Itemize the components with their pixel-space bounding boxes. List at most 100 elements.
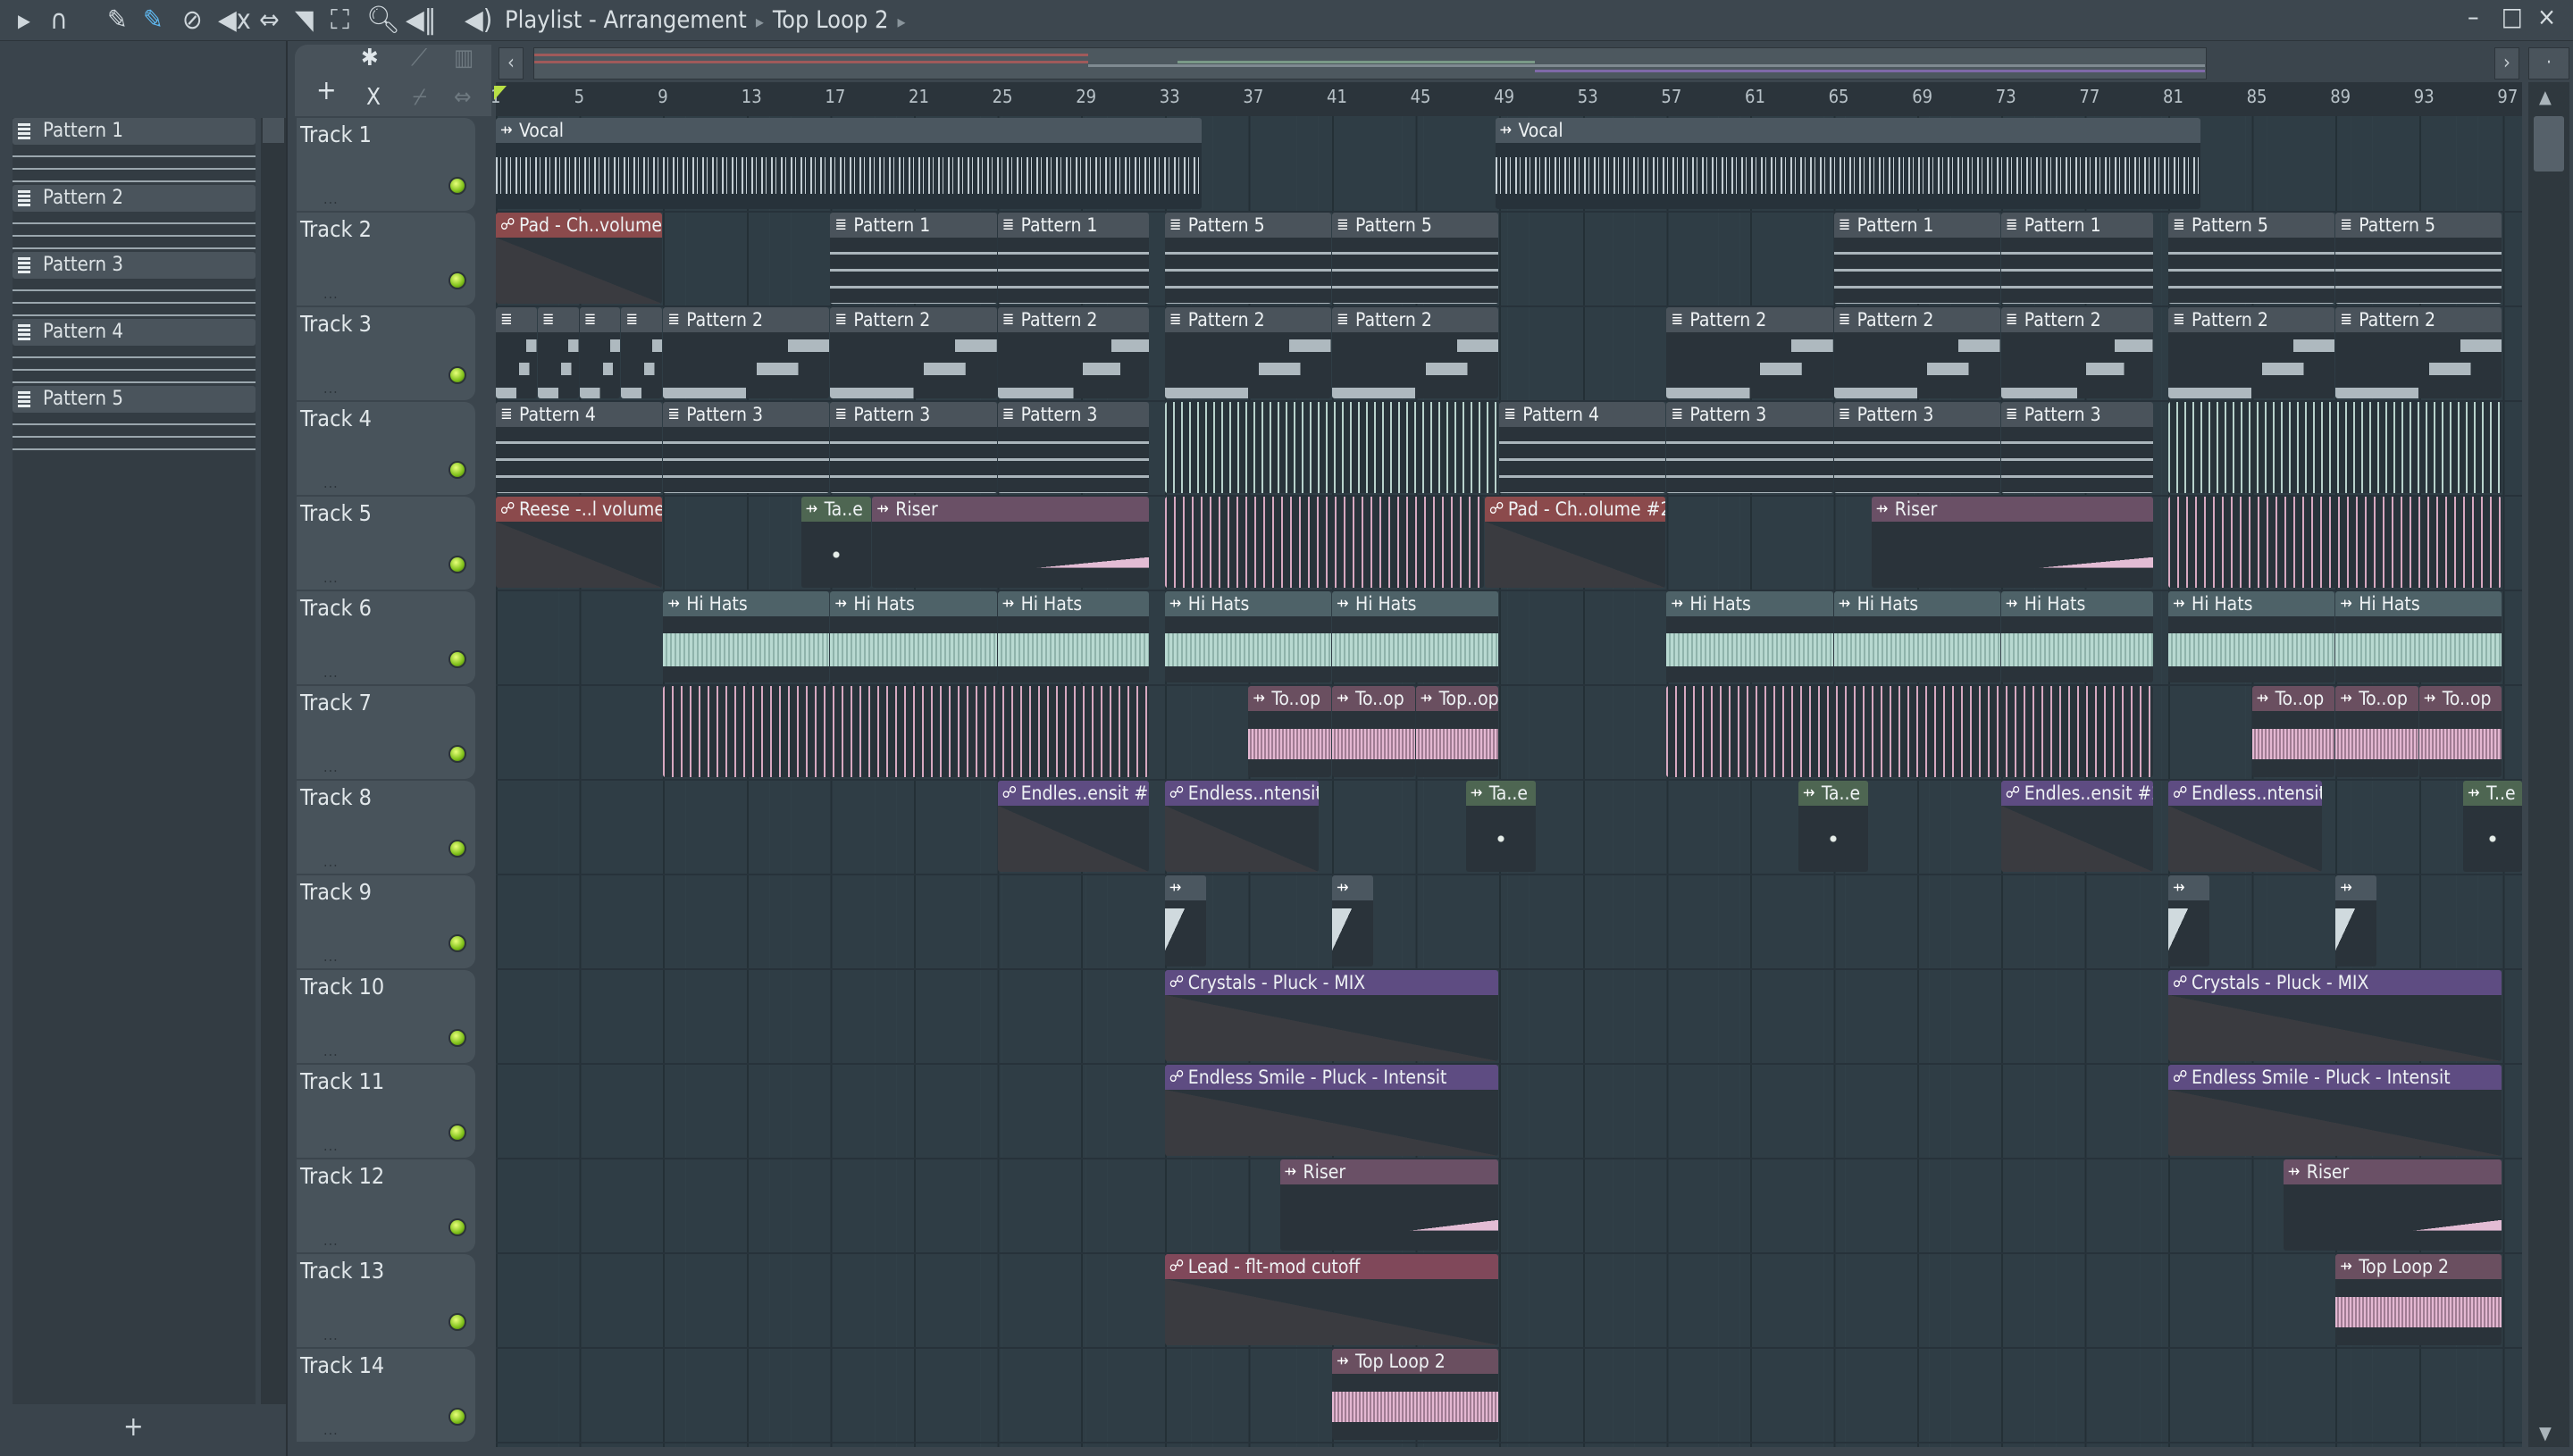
clip-pattern2[interactable]: Pattern 2 bbox=[2000, 307, 2153, 398]
automation-clips-icon[interactable]: ⟋ bbox=[411, 45, 427, 72]
slice-icon[interactable]: ◥ bbox=[295, 4, 314, 38]
clip-toploop[interactable]: Top Loop 2 bbox=[2335, 1254, 2502, 1345]
clip-pattern2[interactable]: Pattern 2 bbox=[1332, 307, 1499, 398]
track-header[interactable]: Track 12... bbox=[297, 1159, 475, 1252]
breadcrumb-arrow-icon[interactable]: ▸ bbox=[897, 11, 905, 32]
clip-toploop[interactable]: To..op bbox=[2251, 686, 2335, 777]
clip-toploop[interactable]: To..op bbox=[1332, 686, 1415, 777]
pattern-list-scrollbar[interactable] bbox=[261, 118, 286, 1404]
clip-pattern[interactable]: Pattern 5 bbox=[2335, 213, 2502, 304]
track-options[interactable]: ... bbox=[323, 1421, 339, 1438]
arrangement-overview[interactable] bbox=[533, 47, 2207, 79]
mute-icon[interactable]: ◀x bbox=[218, 4, 251, 38]
clip-auto-purple[interactable]: Crystals - Pluck - MIX bbox=[1164, 970, 1499, 1061]
clip-green[interactable]: Ta..e bbox=[1465, 781, 1537, 872]
track-header[interactable]: Track 10... bbox=[297, 970, 475, 1063]
track-enable-led[interactable] bbox=[448, 934, 466, 952]
track-enable-led[interactable] bbox=[448, 1313, 466, 1331]
clip-riser[interactable]: Riser bbox=[1871, 497, 2153, 588]
clip-riser[interactable]: Riser bbox=[1279, 1159, 1499, 1251]
clip-pattern2[interactable] bbox=[537, 307, 579, 398]
clip-pattern[interactable]: Pattern 5 bbox=[1332, 213, 1499, 304]
clip-hihat[interactable]: Hi Hats bbox=[2000, 591, 2153, 682]
clip-pattern[interactable]: Pattern 5 bbox=[1164, 213, 1331, 304]
clip-auto-red[interactable]: Reese -..l volume bbox=[496, 497, 663, 588]
clip-pattern[interactable]: Pattern 1 bbox=[830, 213, 997, 304]
speaker-icon[interactable]: ◀) bbox=[465, 4, 492, 38]
clip-small[interactable] bbox=[2335, 875, 2376, 966]
clip-hihat[interactable]: Hi Hats bbox=[830, 591, 997, 682]
clip-dense-pink[interactable] bbox=[663, 686, 1150, 777]
paint-icon[interactable]: ✎ bbox=[143, 4, 163, 38]
track-enable-led[interactable] bbox=[448, 1408, 466, 1426]
audio-clips-icon[interactable]: ✱ bbox=[361, 45, 379, 71]
clip-hihat[interactable]: Hi Hats bbox=[2168, 591, 2335, 682]
clip-hihat[interactable]: Hi Hats bbox=[663, 591, 830, 682]
pattern-clips-icon[interactable]: ▥ bbox=[454, 45, 474, 71]
clip-riser[interactable]: Riser bbox=[872, 497, 1150, 588]
clip-pattern[interactable]: Pattern 3 bbox=[830, 402, 997, 493]
track-enable-led[interactable] bbox=[448, 556, 466, 573]
clip-pattern[interactable]: Pattern 1 bbox=[997, 213, 1150, 304]
clip-pattern2[interactable] bbox=[496, 307, 537, 398]
pattern-item[interactable]: Pattern 1 bbox=[13, 118, 256, 182]
clip-pattern[interactable]: Pattern 3 bbox=[1833, 402, 2000, 493]
clip-dense-pink[interactable] bbox=[1666, 686, 2153, 777]
track-enable-led[interactable] bbox=[448, 366, 466, 384]
clip-lead[interactable]: Lead - flt-mod cutoff bbox=[1164, 1254, 1499, 1345]
track-enable-led[interactable] bbox=[448, 840, 466, 858]
clip-pattern2[interactable]: Pattern 2 bbox=[663, 307, 830, 398]
clip-toploop[interactable]: To..op bbox=[2335, 686, 2418, 777]
clip-pattern2[interactable]: Pattern 2 bbox=[1666, 307, 1833, 398]
magnet-icon[interactable]: ∩ bbox=[50, 4, 68, 38]
clip-dense-pink[interactable] bbox=[1164, 497, 1484, 588]
clip-auto-purple[interactable]: Crystals - Pluck - MIX bbox=[2168, 970, 2502, 1061]
play-arrow-icon[interactable]: ▶ bbox=[18, 4, 30, 38]
clip-riser[interactable]: Riser bbox=[2283, 1159, 2502, 1251]
clip-auto-purple[interactable]: Endles..ensit #2 bbox=[997, 781, 1150, 872]
clip-hihat[interactable]: Hi Hats bbox=[1332, 591, 1499, 682]
clip-pattern[interactable]: Pattern 3 bbox=[2000, 402, 2153, 493]
clip-auto-purple[interactable]: Endless..ntensit bbox=[2168, 781, 2323, 872]
track-header[interactable]: Track 5... bbox=[297, 497, 475, 590]
clip-toploop[interactable]: Top Loop 2 bbox=[1332, 1349, 1499, 1440]
clip-pattern[interactable]: Pattern 4 bbox=[496, 402, 663, 493]
minimize-button[interactable]: – bbox=[2468, 2, 2479, 31]
clip-pattern[interactable]: Pattern 1 bbox=[2000, 213, 2153, 304]
track-options[interactable]: ... bbox=[323, 1137, 339, 1154]
overview-menu-button[interactable]: · bbox=[2528, 47, 2569, 79]
track-header[interactable]: Track 2... bbox=[297, 213, 475, 305]
clip-dense-teal[interactable] bbox=[2168, 402, 2502, 493]
clip-hihat[interactable]: Hi Hats bbox=[997, 591, 1150, 682]
clip-pattern[interactable]: Pattern 3 bbox=[1666, 402, 1833, 493]
clip-auto-purple[interactable]: Endles..ensit #2 bbox=[2000, 781, 2153, 872]
clip-pattern[interactable]: Pattern 4 bbox=[1499, 402, 1666, 493]
clip-pattern2[interactable] bbox=[579, 307, 621, 398]
track-enable-led[interactable] bbox=[448, 177, 466, 195]
track-options[interactable]: ... bbox=[323, 569, 339, 586]
track-header[interactable]: Track 11... bbox=[297, 1065, 475, 1158]
track-enable-led[interactable] bbox=[448, 1124, 466, 1142]
clip-pattern2[interactable]: Pattern 2 bbox=[1164, 307, 1331, 398]
track-enable-led[interactable] bbox=[448, 461, 466, 479]
track-enable-led[interactable] bbox=[448, 650, 466, 668]
track-header[interactable]: Track 7... bbox=[297, 686, 475, 779]
clip-toploop[interactable]: To..op bbox=[2418, 686, 2502, 777]
track-options[interactable]: ... bbox=[323, 1042, 339, 1059]
track-options[interactable]: ... bbox=[323, 1326, 339, 1343]
pencil-icon[interactable]: ✎ bbox=[107, 4, 128, 38]
track-options[interactable]: ... bbox=[323, 474, 339, 491]
track-options[interactable]: ... bbox=[323, 853, 339, 870]
clip-pattern[interactable]: Pattern 3 bbox=[997, 402, 1150, 493]
maximize-button[interactable]: □ bbox=[2502, 2, 2523, 31]
clip-pattern[interactable]: Pattern 1 bbox=[1833, 213, 2000, 304]
clip-pattern[interactable]: Pattern 3 bbox=[663, 402, 830, 493]
close-tools-button[interactable]: X bbox=[366, 84, 381, 111]
clip-small[interactable] bbox=[2168, 875, 2209, 966]
clip-dense-pink[interactable] bbox=[2168, 497, 2502, 588]
timeline-ruler[interactable]: 1 5 9 13 17 21 25 29 33 37 41 45 49 53 57 61 65 69 73 77 81 8… bbox=[490, 82, 2522, 116]
pattern-item[interactable]: Pattern 2 bbox=[13, 185, 256, 249]
track-header[interactable]: Track 8... bbox=[297, 781, 475, 874]
clip-hihat[interactable]: Hi Hats bbox=[1833, 591, 2000, 682]
pattern-item[interactable]: Pattern 5 bbox=[13, 386, 256, 450]
